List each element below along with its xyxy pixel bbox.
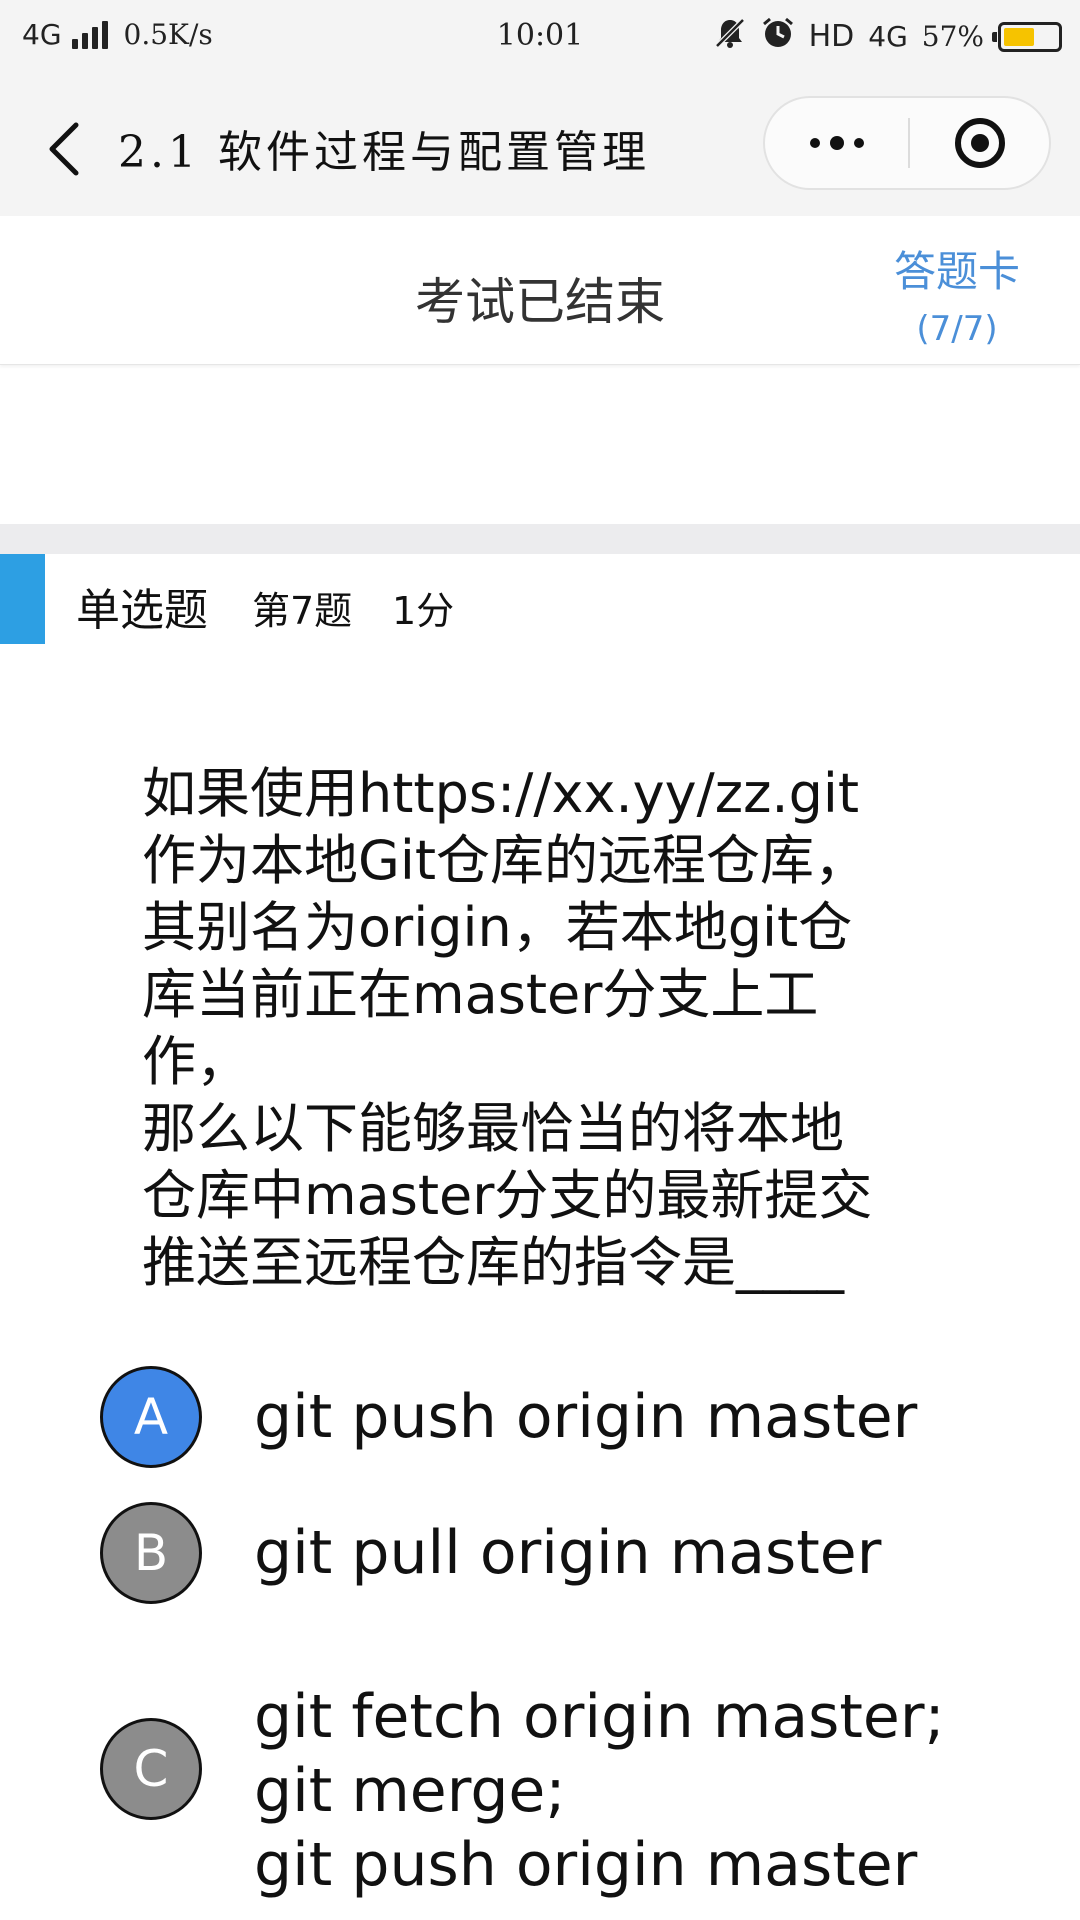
option-b[interactable]: B git pull origin master [100, 1502, 1060, 1606]
exam-header: 考试已结束 答题卡 (7/7) [0, 216, 1080, 365]
option-b-text: git pull origin master [254, 1518, 882, 1588]
option-a-text: git push origin master [254, 1382, 918, 1452]
page-title: 2.1 软件过程与配置管理 [118, 127, 650, 178]
hd-indicator: HD [808, 19, 855, 54]
network-type-right: 4G [868, 20, 908, 53]
section-divider [0, 524, 1080, 554]
battery-percent: 57% [921, 20, 984, 53]
question-marker [0, 554, 45, 644]
target-icon [954, 118, 1005, 168]
question-score: 1分 [392, 589, 455, 633]
answer-card-label: 答题卡 [893, 247, 1020, 296]
battery-fill [1004, 27, 1034, 46]
more-icon [809, 138, 820, 148]
option-a[interactable]: A git push origin master [100, 1366, 1060, 1470]
question-number: 第7题 [252, 589, 353, 633]
chevron-left-icon [49, 122, 79, 176]
option-b-badge: B [100, 1502, 202, 1604]
mini-program-capsule [763, 96, 1051, 190]
question-type: 单选题 [76, 585, 208, 636]
question-text: 如果使用https://xx.yy/zz.git 作为本地Git仓库的远程仓库，… [142, 762, 873, 1294]
status-bar: 4G 0.5K/s 10:01 HD 4G 57% [0, 0, 1080, 78]
more-options-button[interactable] [765, 98, 908, 188]
close-mini-program-button[interactable] [910, 98, 1049, 188]
option-a-badge: A [100, 1366, 202, 1468]
status-right: HD 4G 57% [713, 16, 1062, 57]
option-c-badge: C [100, 1718, 202, 1820]
alarm-icon [761, 16, 795, 57]
option-c-text: git fetch origin master; git merge; git … [254, 1682, 945, 1900]
battery-icon [992, 21, 1062, 52]
nav-bar: 2.1 软件过程与配置管理 [0, 78, 1080, 216]
option-c[interactable]: C git fetch origin master; git merge; gi… [100, 1680, 1060, 1920]
back-button[interactable] [36, 114, 92, 184]
answer-card-button[interactable]: 答题卡 (7/7) [894, 238, 1020, 349]
page: 4G 0.5K/s 10:01 HD 4G 57% 2.1 软件过程与配置管理 … [0, 0, 1080, 1920]
answer-card-progress: (7/7) [916, 309, 998, 349]
mute-notifications-icon [713, 16, 747, 57]
